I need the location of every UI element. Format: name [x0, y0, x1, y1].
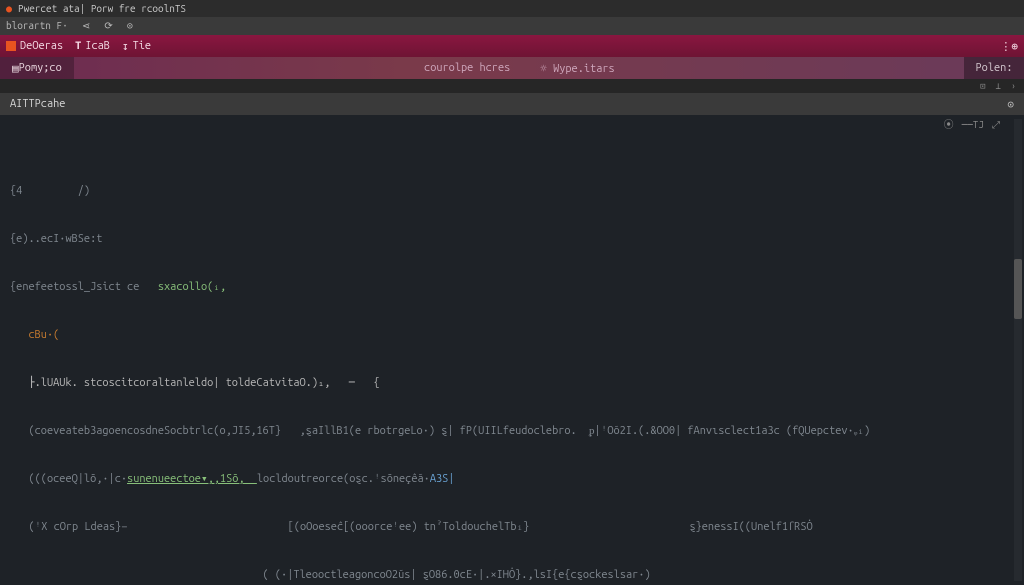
code-line: (ꜝX cOrp Ldeas}− [(oOoeseĉ[(ooorceꜝee) t… [10, 519, 1016, 535]
panel-icon-1[interactable]: ⊡ [980, 81, 985, 92]
refresh-icon[interactable]: ⟳ [104, 20, 112, 32]
tab-polen[interactable]: Polen: [964, 57, 1024, 79]
window-title: Pwercet ata| Porw fre rcoolnTS [18, 3, 186, 14]
action-tie[interactable]: ↧Tie [122, 40, 151, 53]
code-editor[interactable]: ⦿ ──TJ ⤢ {4 /) {e)..ecI·wBSe:t {enefeeto… [0, 115, 1024, 585]
action-deoeras[interactable]: DeOeras [6, 40, 63, 52]
tab-bar: ▤ Pomy;co courolpe hcres ☼ Wype.itars Po… [0, 57, 1024, 79]
download-icon: ↧ [122, 40, 129, 53]
target-icon[interactable]: ⊙ [127, 20, 133, 32]
subheader-controls: ⊡ ⊥ › [0, 79, 1024, 93]
code-line: cBu·( [10, 327, 1016, 343]
panel-icon-3[interactable]: › [1011, 81, 1016, 91]
breadcrumb-bar: AITTPcahe ⊙ [0, 93, 1024, 115]
code-line: {4 /) [10, 183, 1016, 199]
tab-center-1[interactable]: courolpe hcres [424, 62, 510, 75]
tab-center-2[interactable]: ☼ Wype.itars [540, 62, 614, 75]
indicator-1: ⦿ [944, 117, 954, 133]
app-icon: ● [6, 3, 12, 15]
scrollbar-thumb[interactable] [1014, 259, 1022, 319]
doc-icon: ▤ [12, 62, 19, 75]
gear-icon[interactable]: ⊙ [1007, 98, 1014, 111]
code-line: (coeveateb3agoencosdneSocbtrlc(o,JI5,16T… [10, 423, 1016, 439]
indicator-2: ──TJ [962, 117, 984, 133]
code-line: {e)..ecI·wBSe:t [10, 231, 1016, 247]
action-toolbar: DeOeras TIcaB ↧Tie ⋮⊕ [0, 35, 1024, 57]
menu-item[interactable]: blorartn F⋅ [6, 20, 68, 32]
t-icon: T [75, 40, 81, 52]
expand-icon[interactable]: ⤢ [992, 117, 1000, 133]
window-titlebar: ● Pwercet ata| Porw fre rcoolnTS [0, 0, 1024, 17]
panel-icon-2[interactable]: ⊥ [996, 81, 1001, 92]
scrollbar[interactable] [1014, 119, 1022, 581]
breadcrumb-label: AITTPcahe [10, 98, 65, 110]
code-line: ( (·|TleooctleagoncoO2ũs| ȿO86.0cE·|.×IH… [10, 567, 1016, 583]
square-icon [6, 41, 16, 51]
editor-indicators: ⦿ ──TJ ⤢ [944, 117, 1000, 133]
nav-back-icon[interactable]: ⋖ [82, 20, 90, 32]
menu-toolbar: blorartn F⋅ ⋖ ⟳ ⊙ [0, 17, 1024, 35]
overflow-icon[interactable]: ⋮⊕ [1000, 40, 1018, 53]
action-icab[interactable]: TIcaB [75, 40, 110, 52]
tab-pomyco[interactable]: ▤ Pomy;co [0, 57, 74, 79]
